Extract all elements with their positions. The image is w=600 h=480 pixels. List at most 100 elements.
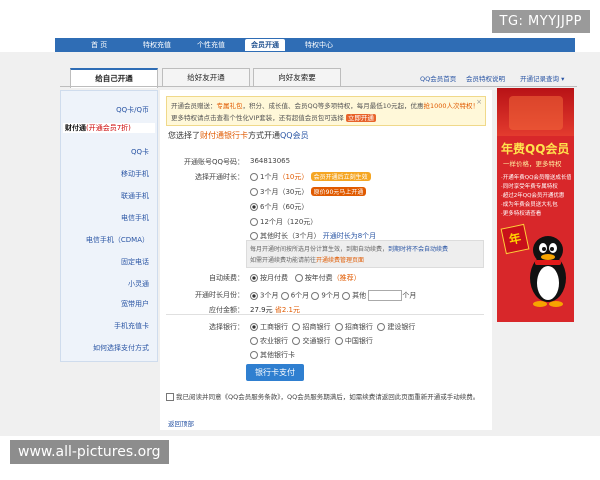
- sidebar-item-phonecard[interactable]: 手机充值卡: [114, 321, 149, 331]
- bank-option[interactable]: 招商银行: [302, 323, 330, 331]
- radio-icon[interactable]: [280, 291, 289, 300]
- nav-item-member[interactable]: 会员开通: [245, 39, 285, 51]
- ad-title: 年费QQ会员: [501, 142, 570, 156]
- link-privilege-info[interactable]: 会员特权说明: [466, 73, 505, 83]
- notice-text: 开通会员赠送：: [171, 102, 217, 110]
- tab-friend[interactable]: 给好友开通: [162, 68, 250, 87]
- sidebar-item-unicom[interactable]: 联通手机: [121, 191, 149, 201]
- duration-label: 选择开通时长：: [195, 173, 244, 181]
- agree-checkbox[interactable]: [166, 393, 174, 401]
- tab-self[interactable]: 给自己开通: [70, 68, 158, 88]
- close-icon[interactable]: ×: [476, 98, 482, 106]
- promo-notice: 开通会员赠送：专属礼包，积分、成长值、会员QQ等多项特权，每月最低10元起，优惠…: [166, 96, 486, 126]
- qq-number-label: 开通账号QQ号码：: [183, 158, 244, 166]
- duration-option-12[interactable]: 12个月（120元）: [250, 217, 317, 227]
- watermark-bottom: www.all-pictures.org: [10, 440, 169, 464]
- duration-option-6[interactable]: 6个月（60元）: [250, 202, 308, 212]
- sidebar-item-tenpay[interactable]: 财付通(开通会员7折): [63, 123, 155, 133]
- radio-icon[interactable]: [294, 274, 303, 282]
- watermark-top: TG: MYYJJPP: [491, 10, 590, 33]
- back-to-top-link[interactable]: 返回顶部: [168, 418, 194, 428]
- duration-badge: 会员开通后立刻生效: [310, 172, 371, 181]
- period-label: 开通时长月份：: [195, 291, 244, 299]
- sidebar-item-label: 财付通: [65, 124, 86, 132]
- custom-period-input[interactable]: [368, 290, 403, 301]
- sidebar-item-phs[interactable]: 小灵通: [128, 279, 149, 289]
- period-option-label: 3个月: [260, 291, 279, 300]
- bank-option[interactable]: 招商银行: [345, 323, 373, 331]
- notice-text: ，还有超值会员包可选择: [272, 114, 344, 122]
- sidebar-item-qqcard[interactable]: QQ卡: [131, 147, 149, 157]
- bank-row-3: 其他银行卡: [250, 350, 295, 360]
- bank-option[interactable]: 中国银行: [345, 337, 373, 345]
- duration-badge[interactable]: 开通时长为8个月: [323, 232, 376, 240]
- pay-button[interactable]: 银行卡支付: [246, 364, 304, 381]
- radio-icon[interactable]: [250, 274, 258, 282]
- bank-row-1: 工商银行 招商银行 招商银行 建设银行: [250, 322, 415, 332]
- notice-highlight: 专属礼包: [216, 102, 243, 110]
- radio-icon[interactable]: [292, 337, 301, 345]
- duration-option-label: 3个月: [260, 188, 279, 196]
- bank-option[interactable]: 其他银行卡: [260, 351, 295, 359]
- nav-item-personal[interactable]: 个性充值: [191, 39, 231, 51]
- sidebar-item-broadband[interactable]: 宽带用户: [121, 299, 149, 309]
- sidebar-item-help[interactable]: 如何选择支付方式: [93, 343, 149, 353]
- note-link[interactable]: 到期时将不会自动续费: [388, 246, 448, 253]
- radio-icon[interactable]: [250, 291, 258, 300]
- duration-option-note: （3个月）: [288, 232, 321, 240]
- note-link[interactable]: 开通续费管理页面: [316, 257, 364, 264]
- radio-icon[interactable]: [250, 218, 258, 226]
- tab-request[interactable]: 向好友索要: [253, 68, 341, 87]
- heading-method: 财付通银行卡: [200, 131, 248, 140]
- annual-member-ad[interactable]: 年费QQ会员 一样价格，更多特权 ·开通年费QQ会员赠送成长值 ·同时享受年费专…: [497, 88, 574, 322]
- radio-icon[interactable]: [250, 173, 258, 181]
- sidebar-item-qqcard-qb[interactable]: QQ卡/Q币: [116, 105, 149, 115]
- link-records[interactable]: 开通记录查询 ▾: [520, 73, 564, 83]
- radio-icon[interactable]: [250, 232, 258, 240]
- ad-bullet: ·开通年费QQ会员赠送成长值: [501, 175, 571, 181]
- note-text: 每月开通时间按所选月份计算生效，到期自动续费，: [250, 246, 389, 253]
- radio-icon[interactable]: [334, 323, 343, 331]
- radio-icon[interactable]: [342, 291, 351, 300]
- duration-option-label: 12个月: [260, 218, 283, 226]
- duration-option-note: （30元）: [278, 188, 309, 196]
- form-divider: [166, 314, 484, 315]
- radio-icon[interactable]: [250, 203, 258, 211]
- radio-icon[interactable]: [292, 323, 301, 331]
- sidebar-item-cdma[interactable]: 电信手机（CDMA）: [86, 235, 149, 245]
- bank-option[interactable]: 工商银行: [260, 323, 288, 331]
- radio-icon[interactable]: [250, 188, 258, 196]
- duration-option-label: 1个月: [260, 173, 279, 181]
- period-options: 3个月 6个月 9个月 其他 个月: [250, 290, 416, 301]
- autorenew-options: 按月付费 按年付费（推荐）: [250, 273, 361, 283]
- radio-icon[interactable]: [334, 337, 343, 345]
- duration-option-label: 其他时长: [260, 232, 288, 240]
- bank-option[interactable]: 交通银行: [302, 337, 330, 345]
- ad-bullet: ·同时享受年费专属特权: [501, 184, 558, 190]
- sidebar-item-landline[interactable]: 固定电话: [121, 257, 149, 267]
- radio-icon[interactable]: [250, 337, 258, 345]
- notice-open-button[interactable]: 立即开通: [345, 114, 376, 122]
- link-member-home[interactable]: QQ会员首页: [420, 73, 456, 83]
- radio-icon[interactable]: [377, 323, 386, 331]
- duration-option-note: （10元）: [278, 173, 309, 181]
- autorenew-label: 自动续费：: [209, 274, 244, 282]
- ad-bullets: ·开通年费QQ会员赠送成长值 ·同时享受年费专属特权 ·超过2年QQ会员开通优惠…: [501, 174, 571, 219]
- duration-option-1[interactable]: 1个月（10元） 会员开通后立刻生效: [250, 172, 371, 182]
- sidebar-item-mobile[interactable]: 移动手机: [121, 169, 149, 179]
- bank-option[interactable]: 建设银行: [387, 323, 415, 331]
- nav-item-privilege[interactable]: 特权中心: [299, 39, 339, 51]
- sidebar-item-extra: (开通会员7折): [86, 124, 131, 132]
- duration-option-3[interactable]: 3个月（30元） 原价90元马上开通: [250, 187, 367, 197]
- radio-icon[interactable]: [250, 323, 258, 331]
- period-option-label: 6个月: [290, 291, 310, 300]
- agreement: 我已阅读并同意《QQ会员服务条款》，QQ会员服务期满后，如需续费请返回此页面重新…: [166, 391, 479, 401]
- radio-icon[interactable]: [250, 351, 258, 359]
- nav-item-home[interactable]: 首 页: [85, 39, 113, 51]
- ad-bullet: ·成为年费会员送大礼包: [501, 202, 558, 208]
- ad-bullet: ·更多特权请查看: [501, 211, 542, 217]
- nav-item-recharge[interactable]: 特权充值: [137, 39, 177, 51]
- radio-icon[interactable]: [311, 291, 320, 300]
- bank-option[interactable]: 农业银行: [260, 337, 288, 345]
- sidebar-item-telecom[interactable]: 电信手机: [121, 213, 149, 223]
